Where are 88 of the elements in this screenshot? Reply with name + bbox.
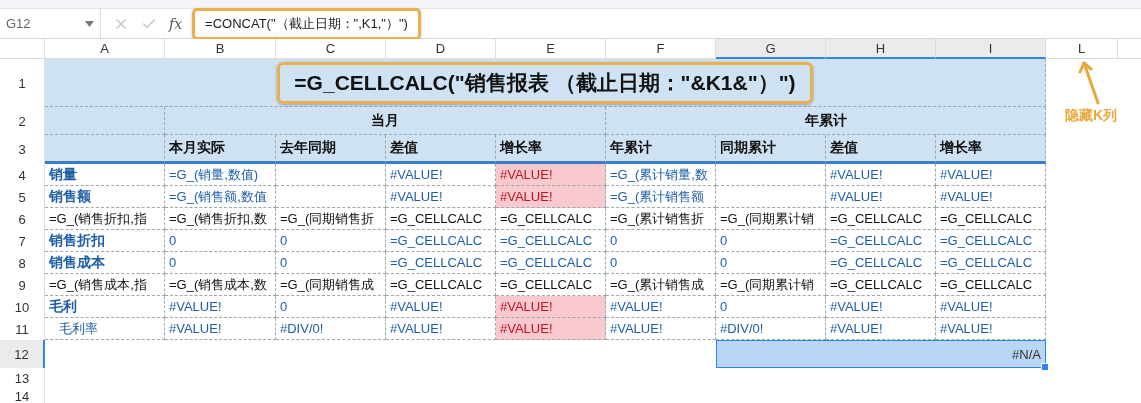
row-header[interactable]: 12 (0, 340, 45, 368)
error-cell: #VALUE! (496, 296, 606, 318)
table-cell: =G_(销量,数值) (165, 164, 276, 186)
table-cell: 0 (276, 230, 386, 252)
table-cell: =G_(同期销售折 (276, 208, 386, 230)
annotation-text: 隐藏K列 (1064, 107, 1118, 125)
table-cell: #VALUE! (826, 296, 936, 318)
column-header[interactable]: D (386, 39, 496, 59)
row-label: 销售折扣 (45, 230, 165, 252)
table-cell: =G_CELLCALC (936, 274, 1046, 296)
table-cell: 0 (716, 296, 826, 318)
column-header[interactable]: H (826, 39, 936, 59)
group-header: 当月 (165, 107, 606, 135)
table-cell: =G_(同期销售成 (276, 274, 386, 296)
column-header[interactable]: B (165, 39, 276, 59)
table-cell: =G_CELLCALC (826, 252, 936, 274)
column-heading: 增长率 (936, 135, 1046, 164)
table-cell: =G_CELLCALC (386, 274, 496, 296)
table-cell: #VALUE! (606, 296, 716, 318)
column-header[interactable]: E (496, 39, 606, 59)
table-cell: =G_(销售额,数值 (165, 186, 276, 208)
table-cell: 0 (716, 230, 826, 252)
table-cell: =G_(同期累计销 (716, 274, 826, 296)
row-label: 销售成本 (45, 252, 165, 274)
selected-cell[interactable]: #N/A (716, 340, 1046, 368)
column-header[interactable]: F (606, 39, 716, 59)
table-cell: =G_CELLCALC (496, 230, 606, 252)
table-cell: 0 (606, 252, 716, 274)
error-cell: #VALUE! (496, 164, 606, 186)
table-cell: =G_CELLCALC (826, 274, 936, 296)
table-cell: =G_CELLCALC (496, 208, 606, 230)
row-label: 销售额 (45, 186, 165, 208)
report-title: =G_CELLCALC("销售报表 （截止日期："&K1&"）") (277, 61, 813, 104)
column-header[interactable]: I (936, 39, 1046, 59)
table-cell: =G_CELLCALC (936, 252, 1046, 274)
group-header: 年累计 (606, 107, 1046, 135)
column-heading: 同期累计 (716, 135, 826, 164)
column-header[interactable]: G (716, 39, 826, 59)
table-cell: 0 (165, 252, 276, 274)
table-cell: =G_(累计销售成 (606, 274, 716, 296)
table-cell: =G_(累计销售额 (606, 186, 716, 208)
column-heading: 差值 (386, 135, 496, 164)
column-header[interactable]: A (45, 39, 165, 59)
table-cell: =G_(销售成本,指 (45, 274, 165, 296)
table-cell: #VALUE! (165, 318, 276, 340)
table-cell: 0 (606, 230, 716, 252)
table-cell: =G_(销售折扣,指 (45, 208, 165, 230)
table-cell: =G_CELLCALC (936, 230, 1046, 252)
function-label[interactable]: fx (169, 15, 183, 32)
table-cell: =G_CELLCALC (826, 230, 936, 252)
table-cell: #DIV/0! (276, 318, 386, 340)
table-cell: =G_(累计销售折 (606, 208, 716, 230)
fill-handle[interactable] (1041, 363, 1049, 371)
table-cell: 0 (276, 296, 386, 318)
error-cell: #VALUE! (496, 318, 606, 340)
table-cell: #VALUE! (936, 186, 1046, 208)
table-cell: =G_(同期累计销 (716, 208, 826, 230)
table-cell: =G_CELLCALC (496, 252, 606, 274)
table-cell: 0 (276, 252, 386, 274)
table-cell: #VALUE! (165, 296, 276, 318)
name-box[interactable]: G12 (0, 9, 101, 38)
table-cell: =G_CELLCALC (386, 230, 496, 252)
table-cell: #VALUE! (826, 164, 936, 186)
caret-icon (85, 20, 94, 27)
column-heading: 增长率 (496, 135, 606, 164)
table-cell: #VALUE! (936, 164, 1046, 186)
table-cell: 0 (165, 230, 276, 252)
row-label: 销量 (45, 164, 165, 186)
table-cell: #VALUE! (826, 186, 936, 208)
table-cell: =G_(销售成本,数 (165, 274, 276, 296)
column-heading: 本月实际 (165, 135, 276, 164)
row-label: 毛利率 (45, 318, 165, 340)
table-cell: =G_CELLCALC (386, 252, 496, 274)
column-heading: 去年同期 (276, 135, 386, 164)
table-cell: #VALUE! (936, 296, 1046, 318)
table-cell: #VALUE! (606, 318, 716, 340)
table-cell: =G_(累计销量,数 (606, 164, 716, 186)
column-header[interactable]: L (1046, 39, 1118, 59)
column-header[interactable]: C (276, 39, 386, 59)
table-cell: =G_(销售折扣,数 (165, 208, 276, 230)
table-cell: =G_CELLCALC (826, 208, 936, 230)
table-cell: =G_CELLCALC (386, 208, 496, 230)
error-cell: #VALUE! (496, 186, 606, 208)
table-cell: 0 (716, 252, 826, 274)
table-cell: =G_CELLCALC (936, 208, 1046, 230)
column-heading: 年累计 (606, 135, 716, 164)
column-heading: 差值 (826, 135, 936, 164)
row-label: 毛利 (45, 296, 165, 318)
